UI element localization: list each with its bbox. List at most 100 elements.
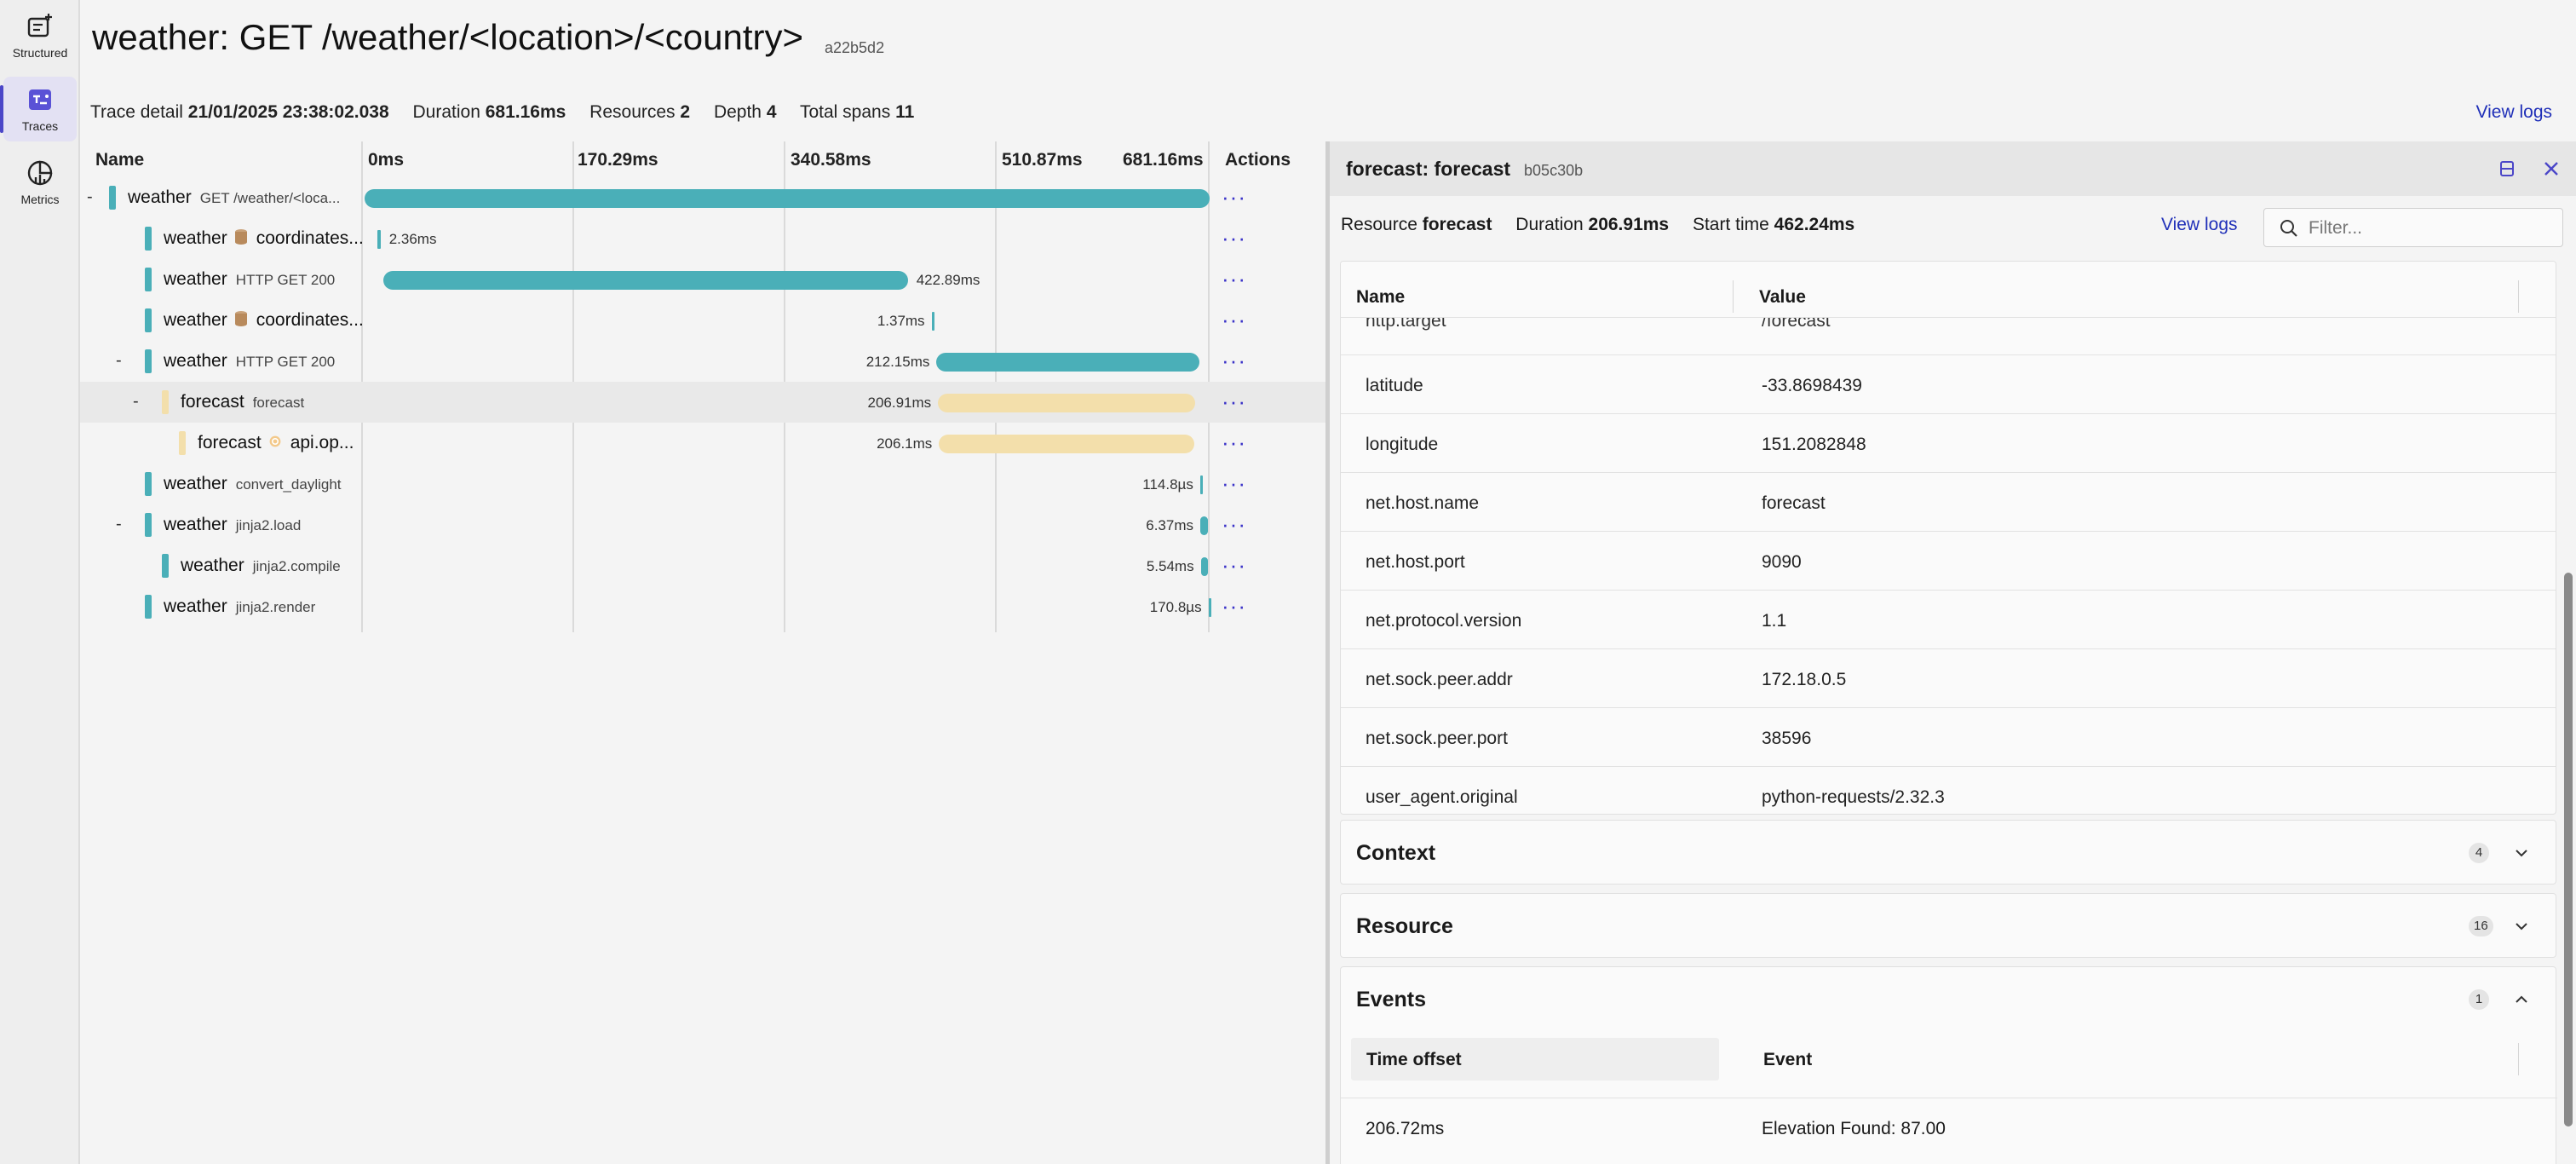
span-actions-button[interactable]: ···	[1222, 593, 1246, 619]
events-header: Time offset Event	[1351, 1038, 2544, 1080]
service-color-bar	[145, 227, 152, 251]
span-name: weather coordinates...	[164, 228, 364, 249]
span-duration-bar[interactable]	[1208, 598, 1211, 617]
filter-input[interactable]	[2309, 216, 2547, 241]
span-duration-label: 114.8µs	[1142, 476, 1193, 493]
close-icon[interactable]	[2539, 157, 2563, 181]
trace-table-header: Name 0ms 170.29ms 340.58ms 510.87ms 681.…	[80, 141, 1325, 177]
service-name: weather	[164, 310, 227, 330]
resources-value: 2	[680, 102, 691, 122]
operation-name: GET /weather/<loca...	[199, 190, 341, 206]
service-name: weather	[164, 228, 227, 248]
section-events[interactable]: Events 1	[1340, 966, 2556, 1031]
collapse-toggle[interactable]: -	[133, 392, 139, 412]
attribute-row-partial: http.target /forecast	[1341, 318, 2556, 355]
service-name: weather	[181, 556, 244, 575]
span-actions-button[interactable]: ···	[1222, 184, 1246, 210]
span-duration-bar[interactable]	[939, 435, 1195, 453]
operation-name: HTTP GET 200	[235, 272, 336, 288]
service-color-bar	[145, 595, 152, 619]
section-title: Context	[1356, 841, 1436, 865]
span-row[interactable]: - weather HTTP GET 200 212.15ms ···	[80, 341, 1325, 382]
nav-item-structured[interactable]: Structured	[3, 3, 77, 68]
section-resource[interactable]: Resource 16	[1340, 893, 2556, 958]
resources-label: Resources	[589, 102, 676, 122]
start-time-label: Start time	[1692, 215, 1769, 234]
span-row[interactable]: weather jinja2.render 170.8µs ···	[80, 586, 1325, 627]
span-duration-bar[interactable]	[1200, 557, 1208, 576]
nav-item-traces[interactable]: Traces	[0, 77, 77, 141]
span-duration-bar[interactable]	[938, 394, 1195, 412]
depth-value: 4	[766, 102, 777, 122]
attribute-row: longitude 151.2082848	[1341, 414, 2556, 473]
nav-item-metrics[interactable]: Metrics	[3, 150, 77, 215]
view-logs-link[interactable]: View logs	[2476, 102, 2553, 123]
section-context[interactable]: Context 4	[1340, 820, 2556, 885]
events-column-event: Event	[1763, 1050, 1813, 1069]
span-duration-bar[interactable]	[931, 312, 934, 331]
service-color-bar	[162, 554, 169, 578]
span-name: weather HTTP GET 200	[164, 269, 335, 290]
section-title: Events	[1356, 988, 1426, 1011]
trace-id: a22b5d2	[825, 39, 885, 56]
events-table: Time offset Event 206.72ms Elevation Fou…	[1340, 1028, 2557, 1164]
attribute-row: net.host.port 9090	[1341, 532, 2556, 591]
span-row[interactable]: - forecast forecast 206.91ms ···	[80, 382, 1325, 423]
span-row[interactable]: weather coordinates... 1.37ms ···	[80, 300, 1325, 341]
operation-name: coordinates...	[256, 310, 364, 330]
database-icon	[234, 311, 247, 326]
span-view-logs-link[interactable]: View logs	[2161, 215, 2238, 235]
span-actions-button[interactable]: ···	[1222, 470, 1246, 497]
event-time: 206.72ms	[1366, 1119, 1445, 1138]
span-row[interactable]: - weather jinja2.load 6.37ms ···	[80, 504, 1325, 545]
panel-scrollbar-thumb[interactable]	[2564, 573, 2573, 1127]
tick-label-1: 170.29ms	[578, 150, 658, 170]
attribute-value: forecast	[1762, 493, 1826, 513]
attr-column-name: Name	[1356, 287, 1406, 307]
attribute-row: net.sock.peer.port 38596	[1341, 708, 2556, 767]
span-duration-bar[interactable]	[365, 189, 1210, 208]
attribute-row: latitude -33.8698439	[1341, 355, 2556, 414]
span-actions-button[interactable]: ···	[1222, 429, 1246, 456]
span-duration-label: 170.8µs	[1149, 599, 1202, 615]
span-row[interactable]: weather coordinates... 2.36ms ···	[80, 218, 1325, 259]
span-duration-bar[interactable]	[377, 230, 381, 249]
count-badge: 16	[2469, 916, 2493, 936]
span-row[interactable]: weather convert_daylight 114.8µs ···	[80, 464, 1325, 504]
trace-detail-value: 21/01/2025 23:38:02.038	[187, 102, 389, 122]
span-actions-button[interactable]: ···	[1222, 389, 1246, 415]
span-duration-bar[interactable]	[1199, 516, 1209, 535]
span-actions-button[interactable]: ···	[1222, 266, 1246, 292]
span-actions-button[interactable]: ···	[1222, 348, 1246, 374]
split-layout-icon[interactable]	[2495, 157, 2519, 181]
span-duration-label: 5.54ms	[1146, 558, 1194, 574]
span-duration-label: Duration	[1515, 215, 1584, 234]
span-duration-bar[interactable]	[382, 271, 908, 290]
page-title: weather: GET /weather/<location>/<countr…	[92, 17, 804, 57]
total-spans-value: 11	[895, 102, 915, 122]
events-column-time: Time offset	[1351, 1038, 1719, 1080]
span-actions-button[interactable]: ···	[1222, 511, 1246, 538]
span-actions-button[interactable]: ···	[1222, 225, 1246, 251]
span-row[interactable]: forecast api.op... 206.1ms ···	[80, 423, 1325, 464]
span-title-text: forecast: forecast	[1346, 158, 1511, 180]
service-color-bar	[145, 308, 152, 332]
attribute-value: /forecast	[1762, 318, 1831, 331]
span-duration-label: 2.36ms	[388, 231, 437, 247]
span-row[interactable]: weather jinja2.compile 5.54ms ···	[80, 545, 1325, 586]
chevron-up-icon	[2516, 995, 2527, 1003]
collapse-toggle[interactable]: -	[87, 187, 93, 207]
span-row[interactable]: - weather GET /weather/<loca... ···	[80, 177, 1325, 218]
span-duration-bar[interactable]	[1199, 475, 1203, 494]
span-name: weather coordinates...	[164, 310, 364, 331]
span-duration-bar[interactable]	[936, 353, 1200, 372]
span-actions-button[interactable]: ···	[1222, 552, 1246, 579]
span-row[interactable]: weather HTTP GET 200 422.89ms ···	[80, 259, 1325, 300]
attribute-name: latitude	[1366, 376, 1423, 395]
tick-label-4: 681.16ms	[1123, 150, 1204, 170]
collapse-toggle[interactable]: -	[116, 515, 122, 534]
attribute-name: net.sock.peer.addr	[1366, 670, 1513, 689]
collapse-toggle[interactable]: -	[116, 351, 122, 371]
span-actions-button[interactable]: ···	[1222, 307, 1246, 333]
tick-label-0: 0ms	[368, 150, 405, 170]
